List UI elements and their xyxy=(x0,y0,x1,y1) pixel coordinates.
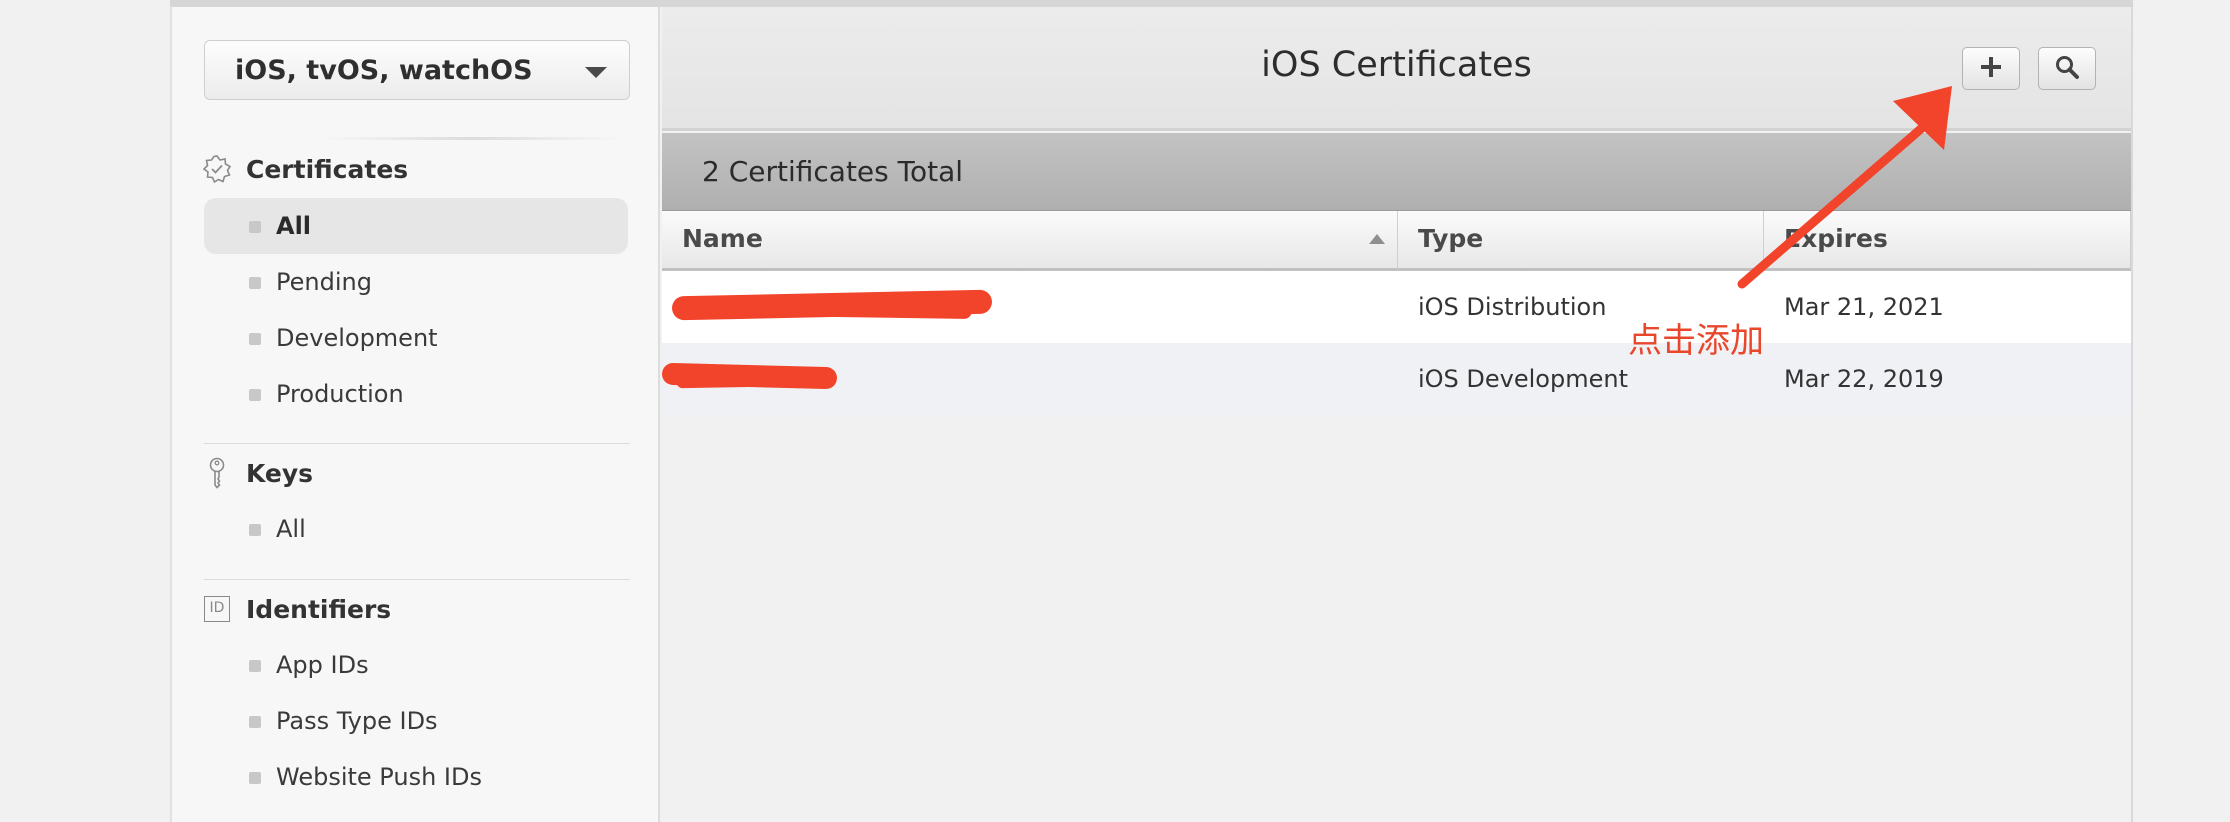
sidebar: iOS, tvOS, watchOS Certificates All Pend… xyxy=(172,7,660,822)
certificate-expires: Mar 22, 2019 xyxy=(1784,365,1944,393)
bullet-icon xyxy=(249,221,261,233)
certificate-expires: Mar 21, 2021 xyxy=(1784,293,1944,321)
sidebar-item-label: App IDs xyxy=(276,651,369,679)
section-identifiers: ID Identifiers xyxy=(202,589,391,629)
bullet-icon xyxy=(249,716,261,728)
sidebar-item-pass-type-ids[interactable]: Pass Type IDs xyxy=(204,693,628,749)
sidebar-item-certificates-all[interactable]: All xyxy=(204,198,628,254)
sidebar-item-app-ids[interactable]: App IDs xyxy=(204,637,628,693)
search-button[interactable] xyxy=(2038,47,2096,90)
sidebar-item-production[interactable]: Production xyxy=(204,366,628,422)
sidebar-item-label: All xyxy=(276,515,306,543)
certificate-count: 2 Certificates Total xyxy=(702,155,964,188)
certificate-count-bar: 2 Certificates Total xyxy=(662,133,2131,211)
main-panel: iOS Certificates 2 Certificates Total Na… xyxy=(661,7,2131,822)
divider xyxy=(204,579,630,580)
column-label: Type xyxy=(1418,224,1484,253)
table-row[interactable]: iOS Distribution Mar 21, 2021 xyxy=(662,271,2131,343)
platform-select[interactable]: iOS, tvOS, watchOS xyxy=(204,40,630,100)
redaction-mark xyxy=(661,343,862,415)
key-icon xyxy=(202,457,232,489)
column-label: Name xyxy=(682,224,763,253)
sidebar-item-label: Pending xyxy=(276,268,372,296)
window-top-edge xyxy=(170,0,2133,7)
column-label: Expires xyxy=(1784,224,1888,253)
sidebar-item-website-push-ids[interactable]: Website Push IDs xyxy=(204,749,628,805)
redaction-mark xyxy=(662,271,1022,343)
sidebar-item-label: Production xyxy=(276,380,404,408)
bullet-icon xyxy=(249,389,261,401)
divider xyxy=(322,137,622,140)
column-header-name[interactable]: Name xyxy=(662,211,1398,271)
sidebar-item-pending[interactable]: Pending xyxy=(204,254,628,310)
column-header-expires[interactable]: Expires xyxy=(1764,211,2131,271)
section-certificates: Certificates xyxy=(202,149,408,189)
table-row[interactable]: iOS Development Mar 22, 2019 xyxy=(661,343,2131,415)
page-header: iOS Certificates xyxy=(662,7,2131,131)
bullet-icon xyxy=(249,772,261,784)
page-title: iOS Certificates xyxy=(1261,45,1532,85)
add-button[interactable] xyxy=(1962,47,2020,90)
platform-select-value: iOS, tvOS, watchOS xyxy=(235,55,533,86)
sort-ascending-icon xyxy=(1369,234,1385,244)
sidebar-item-label: Pass Type IDs xyxy=(276,707,438,735)
sidebar-item-label: Website Push IDs xyxy=(276,763,482,791)
bullet-icon xyxy=(249,277,261,289)
certificate-badge-icon xyxy=(202,154,232,184)
bullet-icon xyxy=(249,660,261,672)
column-header-type[interactable]: Type xyxy=(1398,211,1764,271)
section-keys: Keys xyxy=(202,453,313,493)
id-badge-text: ID xyxy=(204,596,230,622)
id-badge-icon: ID xyxy=(202,594,232,624)
sidebar-item-label: Development xyxy=(276,324,438,352)
plus-icon xyxy=(1978,54,2004,84)
sidebar-item-label: All xyxy=(276,212,312,240)
certificate-type: iOS Distribution xyxy=(1418,293,1607,321)
certificate-type: iOS Development xyxy=(1418,365,1628,393)
chevron-down-icon xyxy=(585,67,607,78)
sidebar-item-keys-all[interactable]: All xyxy=(204,501,628,557)
section-title: Certificates xyxy=(246,154,409,184)
annotation-text: 点击添加 xyxy=(1628,321,1764,361)
section-title: Keys xyxy=(246,458,314,488)
section-title: Identifiers xyxy=(246,594,392,624)
bullet-icon xyxy=(249,333,261,345)
search-icon xyxy=(2054,54,2080,84)
bullet-icon xyxy=(249,524,261,536)
sidebar-item-development[interactable]: Development xyxy=(204,310,628,366)
divider xyxy=(204,443,630,444)
